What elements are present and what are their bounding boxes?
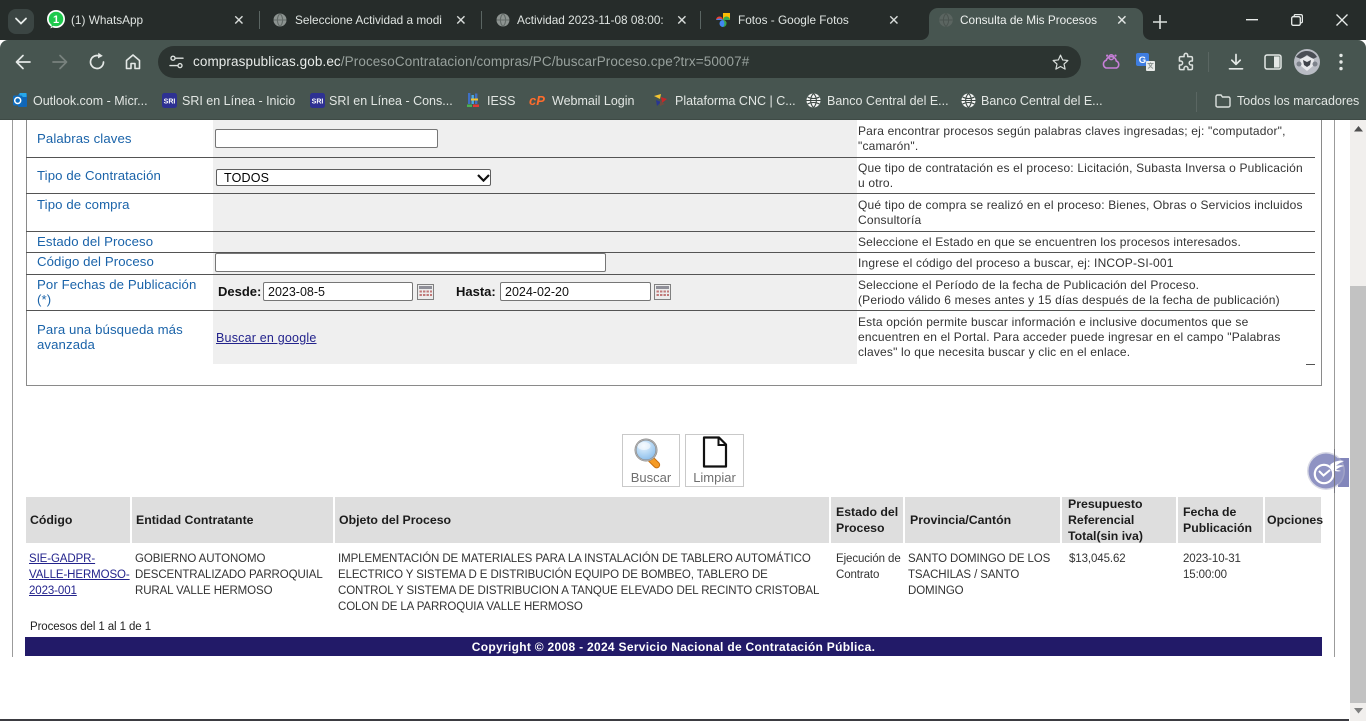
svg-text:SRI: SRI — [312, 99, 324, 106]
svg-text:1: 1 — [53, 14, 59, 26]
svg-text:SRI: SRI — [164, 99, 176, 106]
svg-text:G: G — [1139, 55, 1146, 66]
